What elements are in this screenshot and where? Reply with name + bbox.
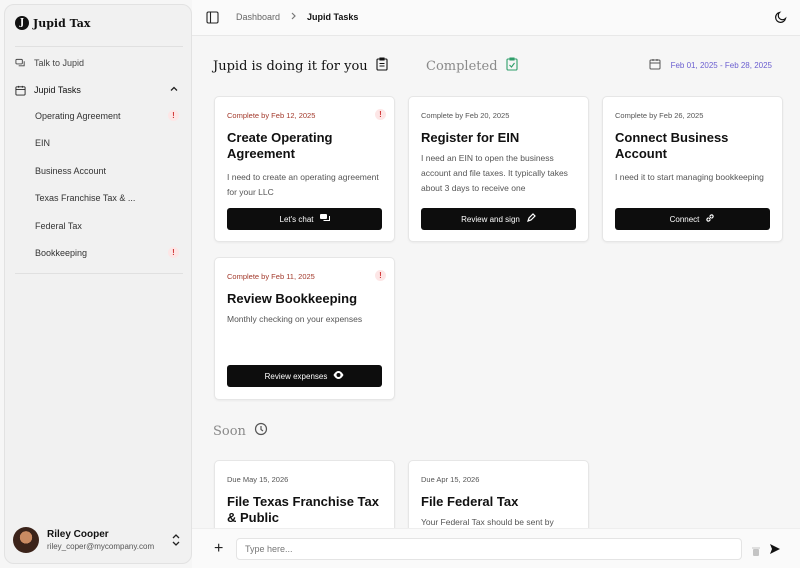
task-card-federal-tax: Due Apr 15, 2026 File Federal Tax Your F… (408, 460, 589, 528)
message-composer: + (192, 528, 800, 568)
send-icon[interactable] (769, 542, 781, 560)
chevron-up-icon[interactable] (169, 84, 179, 96)
connect-button[interactable]: Connect (615, 208, 770, 230)
user-email: riley_coper@mycompany.com (47, 542, 155, 551)
alert-icon: ! (375, 109, 386, 120)
trash-icon[interactable] (752, 543, 760, 561)
sidebar-subitem-business-account[interactable]: Business Account (35, 164, 181, 178)
sidebar-subitem-label: Operating Agreement (35, 111, 121, 121)
chat-icon (15, 58, 26, 69)
user-menu[interactable]: Riley Cooper riley_coper@mycompany.com (13, 525, 183, 555)
button-label: Let's chat (279, 214, 314, 224)
task-card-ein: Complete by Feb 20, 2025 Register for EI… (408, 96, 589, 242)
sidebar-toggle-icon[interactable] (206, 11, 219, 29)
clipboard-check-icon (505, 57, 518, 75)
due-date: Complete by Feb 26, 2025 (615, 111, 704, 120)
lets-chat-button[interactable]: Let's chat (227, 208, 382, 230)
sidebar-subitem-texas-franchise-tax[interactable]: Texas Franchise Tax & ... (35, 191, 181, 205)
section-soon-title: Soon (213, 422, 268, 440)
breadcrumb-current: Jupid Tasks (307, 12, 359, 22)
sidebar-divider (15, 46, 183, 47)
section-title-text: Jupid is doing it for you (213, 58, 368, 74)
task-title: Connect Business Account (615, 130, 729, 161)
review-and-sign-button[interactable]: Review and sign (421, 208, 576, 230)
task-card-operating-agreement: Complete by Feb 12, 2025 ! Create Operat… (214, 96, 395, 242)
user-name: Riley Cooper (47, 529, 109, 540)
plus-icon[interactable]: + (214, 540, 223, 558)
eye-icon (333, 371, 344, 381)
task-card-bookkeeping: Complete by Feb 11, 2025 ! Review Bookke… (214, 257, 395, 400)
avatar (13, 527, 39, 553)
task-description: Your Federal Tax should be sent by (421, 517, 554, 527)
sidebar-item-label: Talk to Jupid (34, 58, 85, 68)
task-description: Monthly checking on your expenses (227, 314, 363, 324)
calendar-icon (649, 58, 661, 72)
sidebar-divider (15, 273, 183, 274)
pen-icon (526, 213, 536, 225)
task-card-texas-franchise-tax: Due May 15, 2026 File Texas Franchise Ta… (214, 460, 395, 528)
alert-icon: ! (168, 110, 179, 121)
sidebar-item-talk-to-jupid[interactable]: Talk to Jupid (15, 55, 181, 71)
brand[interactable]: J Jupid Tax (15, 16, 90, 30)
date-range-picker[interactable]: Feb 01, 2025 - Feb 28, 2025 (649, 58, 772, 72)
due-date: Complete by Feb 12, 2025 (227, 111, 316, 120)
link-icon (705, 213, 715, 225)
main-content: Jupid is doing it for you Completed Feb … (192, 36, 800, 528)
task-title: File Texas Franchise Tax & Public (227, 494, 379, 525)
brand-logo-icon: J (15, 16, 29, 30)
due-date: Due Apr 15, 2026 (421, 475, 480, 484)
button-label: Review expenses (264, 371, 328, 381)
task-description: I need it to start managing bookkeeping (615, 172, 764, 182)
breadcrumb: Dashboard Jupid Tasks (236, 12, 358, 22)
task-title: Register for EIN (421, 130, 520, 145)
section-title-text: Completed (426, 58, 498, 74)
chat-icon (319, 213, 330, 225)
sidebar-subitem-label: Bookkeeping (35, 248, 88, 258)
alert-icon: ! (168, 247, 179, 258)
sidebar-subitem-operating-agreement[interactable]: Operating Agreement ! (35, 109, 181, 123)
chevron-up-down-icon[interactable] (171, 533, 181, 552)
button-label: Review and sign (461, 214, 520, 224)
task-title: Create Operating Agreement (227, 130, 333, 161)
section-title-text: Soon (213, 423, 246, 439)
topbar: Dashboard Jupid Tasks (192, 0, 800, 36)
sidebar: J Jupid Tax Talk to Jupid Jupid Tasks Op… (4, 4, 192, 564)
breadcrumb-dashboard[interactable]: Dashboard (236, 12, 280, 22)
due-date: Complete by Feb 20, 2025 (421, 111, 510, 120)
clipboard-list-icon (376, 57, 388, 75)
due-date: Complete by Feb 11, 2025 (227, 272, 315, 281)
sidebar-item-jupid-tasks[interactable]: Jupid Tasks (15, 82, 181, 98)
sidebar-subitem-label: Business Account (35, 166, 107, 176)
section-completed-title[interactable]: Completed (426, 57, 518, 75)
sidebar-subitem-bookkeeping[interactable]: Bookkeeping ! (35, 246, 181, 260)
clock-icon (254, 422, 268, 440)
message-input[interactable] (236, 538, 742, 560)
task-card-business-account: Complete by Feb 26, 2025 Connect Busines… (602, 96, 783, 242)
section-doing-title: Jupid is doing it for you (213, 57, 388, 75)
due-date: Due May 15, 2026 (227, 475, 289, 484)
task-description: I need to create an operating agreement … (227, 172, 379, 197)
sidebar-item-label: Jupid Tasks (34, 85, 81, 95)
sidebar-subitem-ein[interactable]: EIN (35, 136, 181, 150)
button-label: Connect (669, 214, 700, 224)
sidebar-subitem-label: Federal Tax (35, 221, 82, 231)
review-expenses-button[interactable]: Review expenses (227, 365, 382, 387)
brand-name: Jupid Tax (33, 16, 91, 30)
sidebar-subitem-label: EIN (35, 138, 51, 148)
task-title: File Federal Tax (421, 494, 519, 509)
calendar-icon (15, 85, 26, 96)
moon-icon[interactable] (774, 10, 788, 29)
chevron-right-icon (290, 12, 297, 22)
sidebar-subitem-federal-tax[interactable]: Federal Tax (35, 219, 181, 233)
alert-icon: ! (375, 270, 386, 281)
task-description: I need an EIN to open the business accou… (421, 153, 568, 193)
sidebar-subitem-label: Texas Franchise Tax & ... (35, 193, 136, 203)
date-range-text: Feb 01, 2025 - Feb 28, 2025 (670, 60, 772, 70)
task-title: Review Bookkeeping (227, 291, 358, 306)
